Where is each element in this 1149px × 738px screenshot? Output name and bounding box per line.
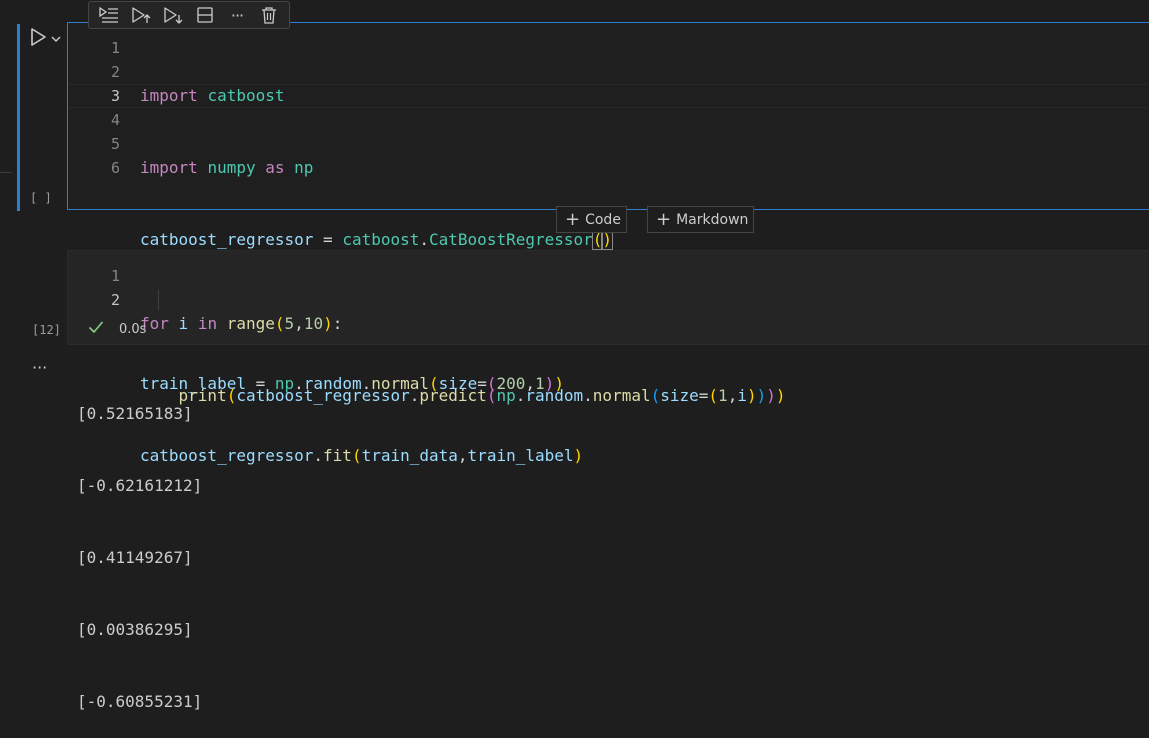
- plus-icon: +: [565, 208, 581, 230]
- left-gutter-divider: [0, 172, 12, 173]
- more-actions-icon: ···: [32, 358, 48, 377]
- output-line: [-0.62161212]: [77, 476, 203, 495]
- plus-icon: +: [656, 208, 672, 230]
- delete-icon: [262, 7, 276, 24]
- chevron-down-icon: [51, 36, 61, 42]
- split-cell-icon: [197, 7, 213, 23]
- execute-below-button[interactable]: [162, 4, 184, 26]
- execution-time: 0.0s: [119, 322, 147, 337]
- line-number: 5: [110, 135, 120, 153]
- line-number: 4: [110, 111, 120, 129]
- split-cell-button[interactable]: [194, 4, 216, 26]
- check-icon: [88, 321, 104, 334]
- execute-above-icon: [132, 7, 151, 23]
- run-cell-button[interactable]: [28, 27, 48, 47]
- execution-count: [ ]: [30, 191, 52, 205]
- line-number: 2: [110, 291, 120, 309]
- code-line: import catboost: [140, 86, 285, 105]
- add-markdown-label: Markdown: [676, 211, 749, 228]
- output-line: [0.00386295]: [77, 620, 193, 639]
- more-actions-button[interactable]: ···: [226, 4, 248, 26]
- execution-count: [12]: [32, 323, 61, 337]
- cell-output: [0.52165183] [-0.62161212] [0.41149267] …: [77, 354, 202, 738]
- line-numbers: 1 2: [90, 264, 120, 312]
- output-line: [-0.60855231]: [77, 692, 203, 711]
- code-block[interactable]: for i in range(5,10): print(catboost_reg…: [140, 264, 786, 432]
- add-markdown-cell-button[interactable]: + Markdown: [647, 206, 754, 233]
- line-numbers: 1 2 3 4 5 6: [90, 36, 120, 180]
- line-number: 1: [110, 267, 120, 285]
- line-number: 6: [110, 159, 120, 177]
- add-code-label: Code: [585, 211, 621, 228]
- output-line: [0.52165183]: [77, 404, 193, 423]
- delete-cell-button[interactable]: [258, 4, 280, 26]
- code-line: import numpy as np: [140, 158, 314, 177]
- cell-toolbar: ···: [88, 1, 290, 29]
- line-number: 3: [110, 87, 120, 105]
- cell-focus-indicator: [17, 24, 20, 211]
- code-line: print(catboost_regressor.predict(np.rand…: [178, 386, 786, 405]
- line-number: 1: [110, 39, 120, 57]
- code-line: catboost_regressor.fit(train_data,train_…: [140, 446, 584, 465]
- code-line: catboost_regressor = catboost.CatBoostRe…: [140, 229, 614, 250]
- more-actions-icon: ···: [230, 5, 244, 25]
- execute-below-icon: [164, 7, 183, 24]
- code-line: for i in range(5,10):: [140, 314, 343, 333]
- execute-above-button[interactable]: [130, 4, 152, 26]
- run-by-line-icon: [99, 6, 118, 23]
- output-line: [0.41149267]: [77, 548, 193, 567]
- line-number: 2: [110, 63, 120, 81]
- execution-status: [88, 320, 104, 334]
- play-icon: [31, 28, 46, 46]
- output-more-actions-button[interactable]: ···: [32, 358, 47, 377]
- run-by-line-button[interactable]: [98, 4, 120, 26]
- run-options-dropdown[interactable]: [50, 30, 62, 42]
- add-code-cell-button[interactable]: + Code: [556, 206, 627, 233]
